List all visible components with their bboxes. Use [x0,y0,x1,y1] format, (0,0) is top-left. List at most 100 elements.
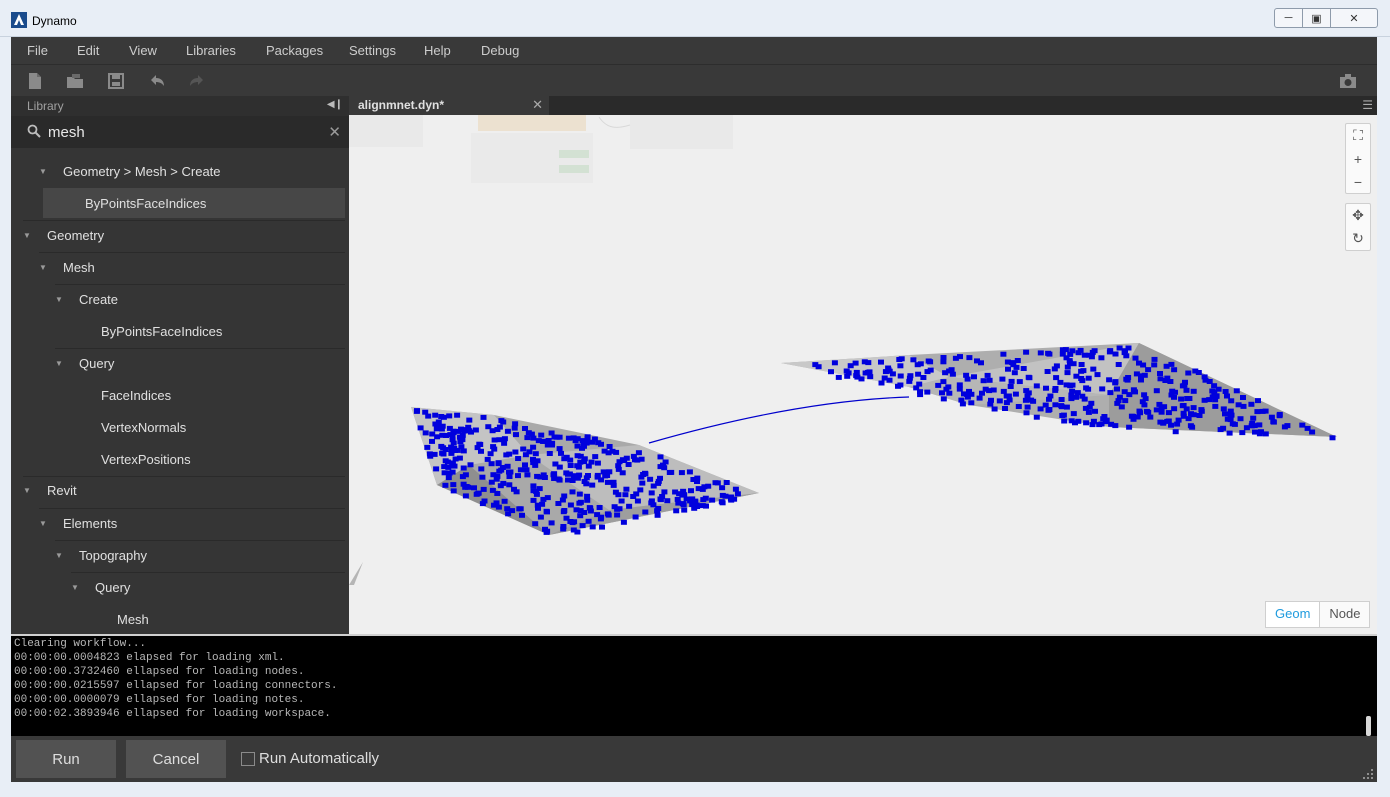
vertex-point [1005,366,1011,372]
save-icon[interactable] [106,71,126,91]
tree-item-mesh[interactable]: ▼ Mesh [39,252,345,282]
maximize-button[interactable]: ▣ [1302,9,1330,27]
tree-item-topography[interactable]: ▼ Topography [55,540,345,570]
tree-item-bypointsfaceindices-selected[interactable]: ByPointsFaceIndices [43,188,345,218]
tree-item-topography-mesh[interactable]: Mesh [87,604,345,634]
vertex-point [976,395,983,401]
tree-item-topography-query[interactable]: ▼ Query [71,572,345,602]
tree-item-geometry[interactable]: ▼ Geometry [23,220,345,250]
pan-icon[interactable]: ✥ [1346,204,1370,227]
connecting-curve [648,396,910,444]
workspace-tab[interactable]: alignmnet.dyn* ✕ [349,96,549,115]
zoom-fit-icon[interactable]: ⛶ [1346,124,1370,147]
vertex-point [519,512,525,518]
vertex-point [1220,406,1227,412]
vertex-point [462,493,469,499]
tree-item-vertexnormals[interactable]: VertexNormals [71,412,345,442]
tree-item-geometry-mesh-create[interactable]: ▼ Geometry > Mesh > Create [39,156,345,186]
tree-item-vertexpositions[interactable]: VertexPositions [71,444,345,474]
vertex-point [642,509,649,515]
mesh-sliver [349,562,363,585]
redo-icon[interactable] [187,71,207,91]
vertex-point [1284,423,1291,429]
vertex-point [506,474,513,479]
new-file-icon[interactable] [25,71,45,91]
node-view-button[interactable]: Node [1320,602,1369,627]
zoom-out-icon[interactable]: − [1346,170,1370,193]
collapse-library-icon[interactable]: ◀❙ [327,99,343,110]
vertex-point [940,379,947,385]
tree-item-label: Mesh [63,259,95,275]
vertex-point [459,474,466,480]
vertex-point [1139,399,1146,405]
geom-view-button[interactable]: Geom [1266,602,1321,627]
tree-item-elements[interactable]: ▼ Elements [39,508,345,538]
vertex-point [589,482,596,488]
vertex-point [1156,401,1163,407]
zoom-in-icon[interactable]: + [1346,147,1370,170]
orbit-icon[interactable]: ↻ [1346,227,1370,250]
menu-view[interactable]: View [129,43,157,58]
vertex-point [1080,368,1087,374]
menu-edit[interactable]: Edit [77,43,99,58]
close-button[interactable]: ✕ [1330,9,1377,27]
vertex-point [543,508,550,514]
run-automatically-checkbox[interactable] [241,752,255,766]
vertex-point [544,442,551,448]
vertex-point [523,467,530,473]
expand-arrow-icon: ▼ [39,166,47,176]
menu-debug[interactable]: Debug [481,43,519,58]
console-line: 00:00:00.3732460 ellapsed for loading no… [14,666,305,678]
vertex-point [1069,348,1076,354]
search-input[interactable] [48,121,318,143]
vertex-point [1037,406,1044,412]
tree-item-bypointsfaceindices[interactable]: ByPointsFaceIndices [71,316,345,346]
vertex-point [675,500,682,506]
search-icon [27,124,41,138]
minimize-button[interactable]: ─ [1275,9,1302,27]
console-scrollbar[interactable] [1366,716,1371,736]
vertex-point [1157,419,1164,425]
vertex-point [1051,366,1058,372]
menu-bar: File Edit View Libraries Packages Settin… [11,37,1377,64]
vertex-point [1123,376,1130,382]
vertex-point [506,469,512,475]
vertex-point [530,456,536,462]
close-tab-icon[interactable]: ✕ [532,97,543,113]
tree-item-label: ByPointsFaceIndices [101,323,223,339]
tree-item-faceindices[interactable]: FaceIndices [71,380,345,410]
tree-item-create[interactable]: ▼ Create [55,284,345,314]
menu-packages[interactable]: Packages [266,43,323,58]
cancel-button[interactable]: Cancel [126,740,226,778]
screenshot-camera-icon[interactable] [1338,71,1358,91]
menu-libraries[interactable]: Libraries [186,43,236,58]
tree-item-label: Topography [79,547,147,563]
vertex-point [454,412,461,418]
vertex-point [606,444,613,449]
tab-menu-icon[interactable]: ☰ [1362,98,1373,112]
vertex-point [1023,388,1030,394]
vertex-point [935,382,942,388]
menu-file[interactable]: File [27,43,48,58]
vertex-point [441,464,448,470]
vertex-point [705,483,712,489]
vertex-point [1147,414,1154,420]
open-folder-icon[interactable] [65,71,85,91]
vertex-point [474,491,481,497]
vertex-point [958,397,965,403]
vertex-point [530,483,537,489]
vertex-point [620,519,627,525]
window-controls: ─ ▣ ✕ [1274,8,1378,28]
menu-settings[interactable]: Settings [349,43,396,58]
run-button[interactable]: Run [16,740,116,778]
vertex-point [516,506,523,512]
vertex-point [1157,371,1163,376]
undo-icon[interactable] [147,71,167,91]
tree-item-revit[interactable]: ▼ Revit [23,475,345,505]
clear-search-icon[interactable]: ✕ [328,123,341,141]
workspace-canvas[interactable]: ⛶ + − ✥ ↻ Geom Node [349,115,1377,634]
vertex-point [979,390,985,396]
tree-item-query[interactable]: ▼ Query [55,348,345,378]
resize-grip-icon[interactable] [1363,769,1373,779]
menu-help[interactable]: Help [424,43,451,58]
